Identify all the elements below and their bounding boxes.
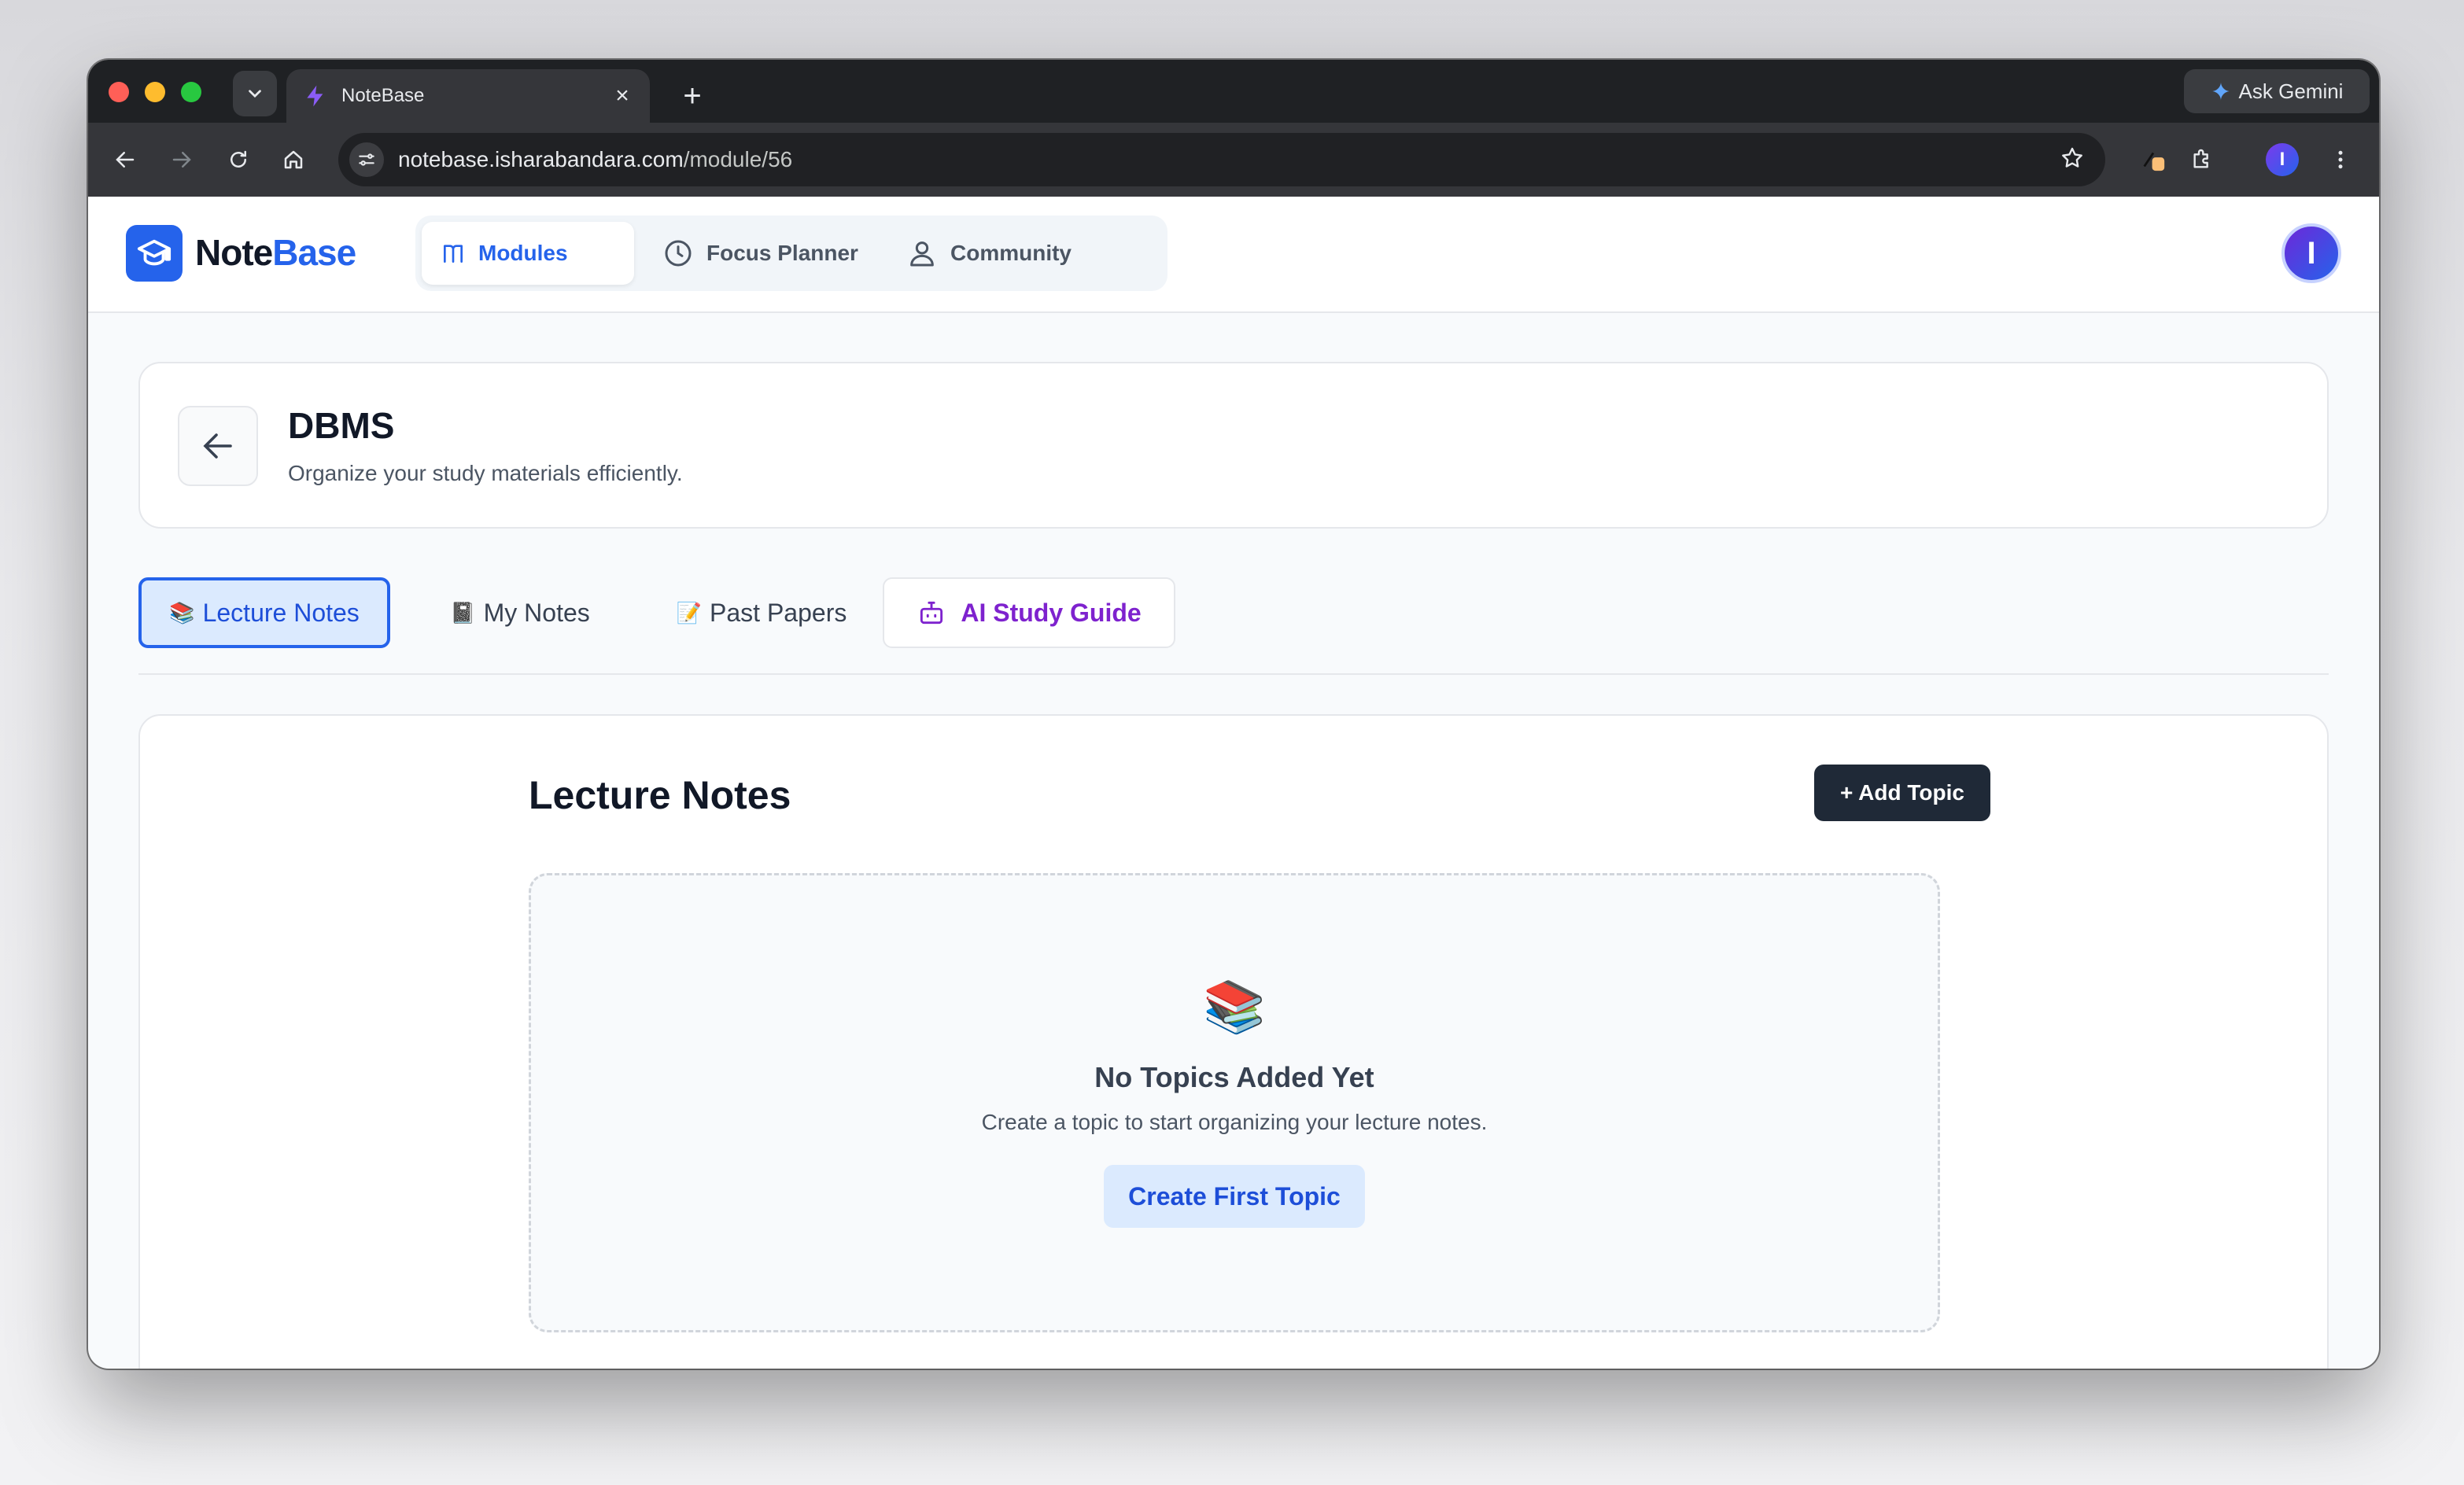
- extension-badge-icon: [2143, 152, 2165, 171]
- tab-ai-study-guide[interactable]: AI Study Guide: [883, 577, 1175, 648]
- more-vertical-icon: [2338, 150, 2343, 169]
- tab-title: NoteBase: [341, 85, 425, 106]
- tab-my-notes-label: My Notes: [483, 598, 590, 627]
- user-avatar[interactable]: I: [2281, 223, 2341, 283]
- ask-gemini-label: Ask Gemini: [2238, 79, 2344, 103]
- chevron-down-icon: [249, 90, 261, 98]
- nav-community[interactable]: Community: [887, 222, 1155, 285]
- empty-state: 📚 No Topics Added Yet Create a topic to …: [529, 873, 1940, 1332]
- module-title: DBMS: [288, 405, 395, 446]
- tune-icon: [359, 153, 374, 166]
- nav-focus-planner-label: Focus Planner: [706, 241, 858, 265]
- book-icon: [444, 245, 463, 263]
- browser-window: NoteBase × + Ask Gemini notebase.isharab…: [88, 60, 2379, 1369]
- extensions-button[interactable]: [2182, 140, 2222, 179]
- tab-close-button[interactable]: ×: [609, 83, 636, 109]
- browser-menu-button[interactable]: [2321, 140, 2360, 179]
- forward-nav-button[interactable]: [162, 140, 201, 179]
- tab-past-papers-label: Past Papers: [710, 598, 847, 627]
- new-tab-button[interactable]: +: [670, 74, 714, 118]
- url-host: notebase.isharabandara.com: [398, 147, 684, 171]
- books-icon: 📚: [1203, 978, 1266, 1035]
- bookmark-star-icon[interactable]: [2060, 146, 2085, 175]
- clock-icon: [665, 240, 692, 267]
- ask-gemini-button[interactable]: Ask Gemini: [2184, 69, 2370, 113]
- browser-toolbar: notebase.isharabandara.com/module/56 I: [88, 123, 2379, 197]
- module-header-card: DBMS Organize your study materials effic…: [138, 362, 2329, 529]
- memo-icon: 📝: [676, 600, 703, 625]
- nav-modules[interactable]: Modules: [422, 222, 634, 285]
- section-tabs: 📚 Lecture Notes 📓 My Notes 📝 Past Papers…: [138, 577, 2329, 675]
- empty-state-description: Create a topic to start organizing your …: [981, 1110, 1488, 1134]
- module-subtitle: Organize your study materials efficientl…: [288, 461, 683, 485]
- back-nav-button[interactable]: [105, 140, 145, 179]
- site-info-button[interactable]: [349, 142, 384, 177]
- nav-focus-planner[interactable]: Focus Planner: [644, 222, 880, 285]
- graduation-cap-icon: [137, 239, 172, 266]
- tab-my-notes[interactable]: 📓 My Notes: [414, 577, 626, 648]
- minimize-window-button[interactable]: [145, 82, 165, 102]
- reload-button[interactable]: [219, 140, 258, 179]
- home-icon: [284, 150, 303, 169]
- back-button[interactable]: [178, 406, 258, 486]
- logo-word-note: Note: [195, 232, 273, 273]
- reload-icon: [231, 150, 246, 168]
- books-icon: 📚: [169, 600, 195, 625]
- browser-tab-bar: NoteBase × + Ask Gemini: [88, 60, 2379, 123]
- notebook-icon: 📓: [450, 600, 476, 625]
- app-header: NoteBase Modules Focus Planner Community…: [88, 197, 2379, 313]
- section-title: Lecture Notes: [529, 773, 791, 817]
- maximize-window-button[interactable]: [181, 82, 201, 102]
- url-path: /module/56: [683, 147, 793, 171]
- tab-past-papers[interactable]: 📝 Past Papers: [644, 577, 880, 648]
- logo-word-base: Base: [272, 232, 356, 273]
- extension-pin-button[interactable]: [2134, 140, 2173, 179]
- address-bar[interactable]: notebase.isharabandara.com/module/56: [338, 133, 2105, 186]
- nav-community-label: Community: [950, 241, 1072, 265]
- close-window-button[interactable]: [109, 82, 129, 102]
- notebase-logo[interactable]: [126, 225, 183, 282]
- tab-lecture-notes[interactable]: 📚 Lecture Notes: [138, 577, 390, 648]
- main-nav: Modules Focus Planner Community: [415, 216, 1167, 291]
- app-logo-text[interactable]: NoteBase: [195, 231, 356, 274]
- robot-icon: [920, 601, 943, 625]
- tab-lecture-notes-label: Lecture Notes: [202, 598, 360, 627]
- lightning-icon: [302, 83, 329, 109]
- home-button[interactable]: [274, 140, 313, 179]
- arrow-right-icon: [172, 152, 191, 168]
- arrow-left-icon: [203, 433, 232, 459]
- arrow-left-icon: [116, 152, 135, 168]
- create-first-topic-button[interactable]: Create First Topic: [1104, 1165, 1365, 1228]
- url-text: notebase.isharabandara.com/module/56: [398, 147, 2060, 172]
- nav-modules-label: Modules: [478, 241, 568, 265]
- browser-profile-button[interactable]: I: [2266, 143, 2299, 176]
- users-icon: [910, 241, 934, 267]
- gemini-sparkle-icon: [2211, 82, 2230, 101]
- lecture-notes-panel: Lecture Notes + Add Topic 📚 No Topics Ad…: [138, 714, 2329, 1369]
- puzzle-icon: [2193, 149, 2208, 168]
- tab-ai-study-guide-label: AI Study Guide: [961, 598, 1142, 627]
- browser-tab[interactable]: NoteBase ×: [286, 69, 650, 123]
- empty-state-title: No Topics Added Yet: [1094, 1061, 1374, 1093]
- tab-search-button[interactable]: [233, 71, 277, 116]
- add-topic-button[interactable]: + Add Topic: [1814, 765, 1990, 821]
